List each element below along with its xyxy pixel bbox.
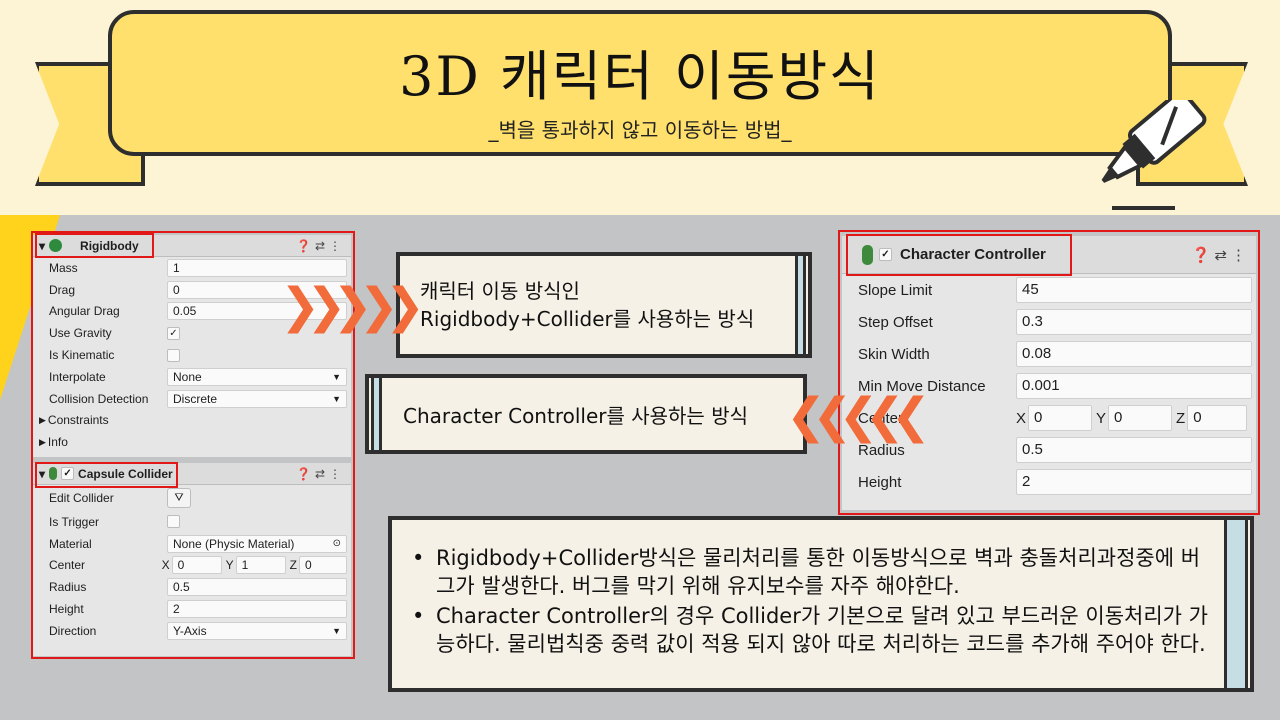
arrows-right-icon: ❯❯❯❯❯ bbox=[280, 278, 425, 334]
summary-box: Rigidbody+Collider방식은 물리처리를 통한 이동방식으로 벽과… bbox=[388, 516, 1254, 692]
arrows-left-icon: ❮❮❮❮❮ bbox=[786, 388, 931, 444]
list-item: Rigidbody+Collider방식은 물리처리를 통한 이동방식으로 벽과… bbox=[412, 544, 1212, 600]
page-subtitle: _벽을 통과하지 않고 이동하는 방법_ bbox=[488, 118, 792, 142]
callout-strip bbox=[795, 256, 806, 354]
highlight-cc-title bbox=[846, 234, 1072, 276]
summary-strip bbox=[1224, 520, 1248, 688]
highlight-capsule-title bbox=[35, 462, 178, 488]
character-controller-callout-text: Character Controller를 사용하는 방식 bbox=[403, 403, 748, 428]
rigidbody-callout: 캐릭터 이동 방식인 Rigidbody+Collider를 사용하는 방식 bbox=[396, 252, 812, 358]
highlight-rigidbody-title bbox=[35, 233, 154, 258]
list-item: Character Controller의 경우 Collider가 기본으로 … bbox=[412, 602, 1212, 658]
rigidbody-callout-text: 캐릭터 이동 방식인 Rigidbody+Collider를 사용하는 방식 bbox=[420, 279, 755, 331]
summary-list: Rigidbody+Collider방식은 물리처리를 통한 이동방식으로 벽과… bbox=[412, 544, 1212, 660]
callout-strip bbox=[371, 378, 382, 450]
character-controller-callout: Character Controller를 사용하는 방식 bbox=[365, 374, 807, 454]
page-title: 3D 캐릭터 이동방식 bbox=[399, 45, 881, 108]
marker-pen-icon bbox=[1101, 100, 1207, 210]
